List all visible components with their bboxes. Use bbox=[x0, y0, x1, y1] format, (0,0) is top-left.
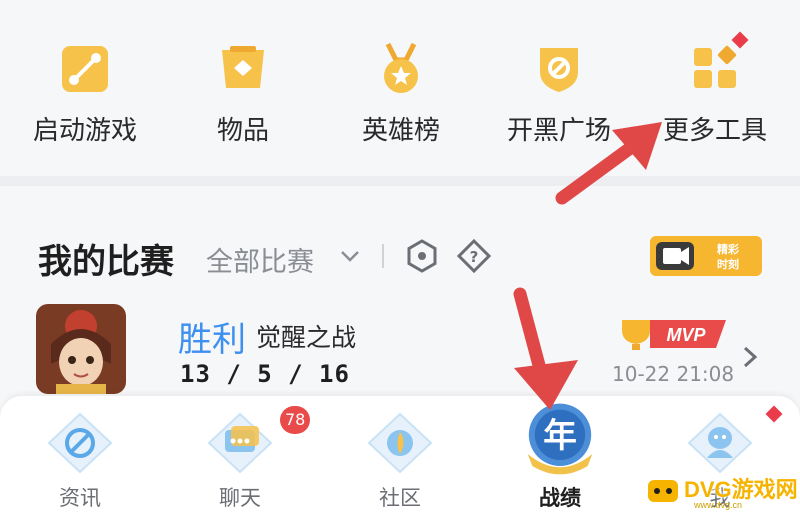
chat-icon bbox=[207, 412, 273, 474]
nav-label: 社区 bbox=[379, 486, 421, 510]
tool-items[interactable]: 物品 bbox=[168, 38, 318, 148]
record-emblem: 年 bbox=[543, 416, 577, 455]
tool-label: 开黑广场 bbox=[506, 116, 611, 146]
unread-count-badge: 78 bbox=[280, 406, 311, 434]
nav-tab-records[interactable]: 年 战绩 bbox=[480, 396, 640, 516]
tool-launch-game[interactable]: 启动游戏 bbox=[10, 38, 160, 148]
shield-plaza-icon bbox=[540, 48, 578, 92]
section-divider bbox=[0, 176, 800, 186]
nav-tab-community[interactable]: 社区 bbox=[320, 396, 480, 516]
svg-text:?: ? bbox=[470, 248, 479, 266]
highlight-label: 精彩 bbox=[717, 242, 739, 256]
vertical-separator bbox=[382, 244, 384, 268]
hero-avatar bbox=[36, 304, 126, 394]
nav-label: 战绩 bbox=[539, 486, 581, 510]
kda-score: 13 / 5 / 16 bbox=[180, 360, 350, 388]
medal-icon bbox=[384, 42, 418, 93]
hexagon-settings-icon[interactable] bbox=[404, 238, 440, 274]
news-icon bbox=[47, 412, 113, 474]
watermark-url: www.dvg.cn bbox=[694, 500, 743, 510]
nav-label: 聊天 bbox=[219, 486, 261, 510]
chevron-down-icon[interactable] bbox=[338, 244, 362, 268]
profile-icon bbox=[687, 412, 753, 474]
nav-label: 资讯 bbox=[59, 486, 101, 510]
tool-team-plaza[interactable]: 开黑广场 bbox=[484, 38, 634, 148]
help-diamond-icon[interactable]: ? bbox=[456, 238, 492, 274]
match-mode: 觉醒之战 bbox=[256, 323, 357, 352]
highlight-label: 时刻 bbox=[717, 257, 739, 271]
match-filter-dropdown[interactable]: 全部比赛 bbox=[206, 240, 314, 279]
chevron-right-icon bbox=[743, 346, 758, 368]
record-icon: 年 bbox=[527, 403, 593, 475]
mvp-badge: MVP bbox=[622, 320, 726, 350]
highlight-moments-button[interactable]: 精彩 时刻 bbox=[650, 234, 762, 278]
tool-label: 更多工具 bbox=[662, 116, 767, 146]
match-result: 胜利 bbox=[178, 320, 246, 360]
nav-tab-news[interactable]: 资讯 bbox=[0, 396, 160, 516]
grid-more-icon bbox=[694, 45, 737, 88]
gamepad-logo-icon bbox=[648, 480, 678, 502]
section-title: 我的比赛 bbox=[38, 242, 174, 282]
tool-hero-rank[interactable]: 英雄榜 bbox=[326, 38, 476, 148]
match-time: 10-22 21:08 bbox=[612, 362, 735, 386]
community-icon bbox=[367, 412, 433, 474]
tool-label: 启动游戏 bbox=[32, 116, 137, 146]
tool-label: 物品 bbox=[216, 116, 269, 146]
item-bag-icon bbox=[222, 46, 264, 88]
watermark: DVG游戏网 www.dvg.cn bbox=[640, 470, 800, 516]
tool-more[interactable]: 更多工具 bbox=[640, 38, 790, 148]
mvp-label: MVP bbox=[666, 325, 706, 345]
gamepad-launch-icon bbox=[62, 46, 108, 92]
tool-label: 英雄榜 bbox=[361, 116, 440, 146]
tools-panel: 启动游戏 物品 英雄榜 开黑广场 更多工具 bbox=[0, 0, 800, 176]
